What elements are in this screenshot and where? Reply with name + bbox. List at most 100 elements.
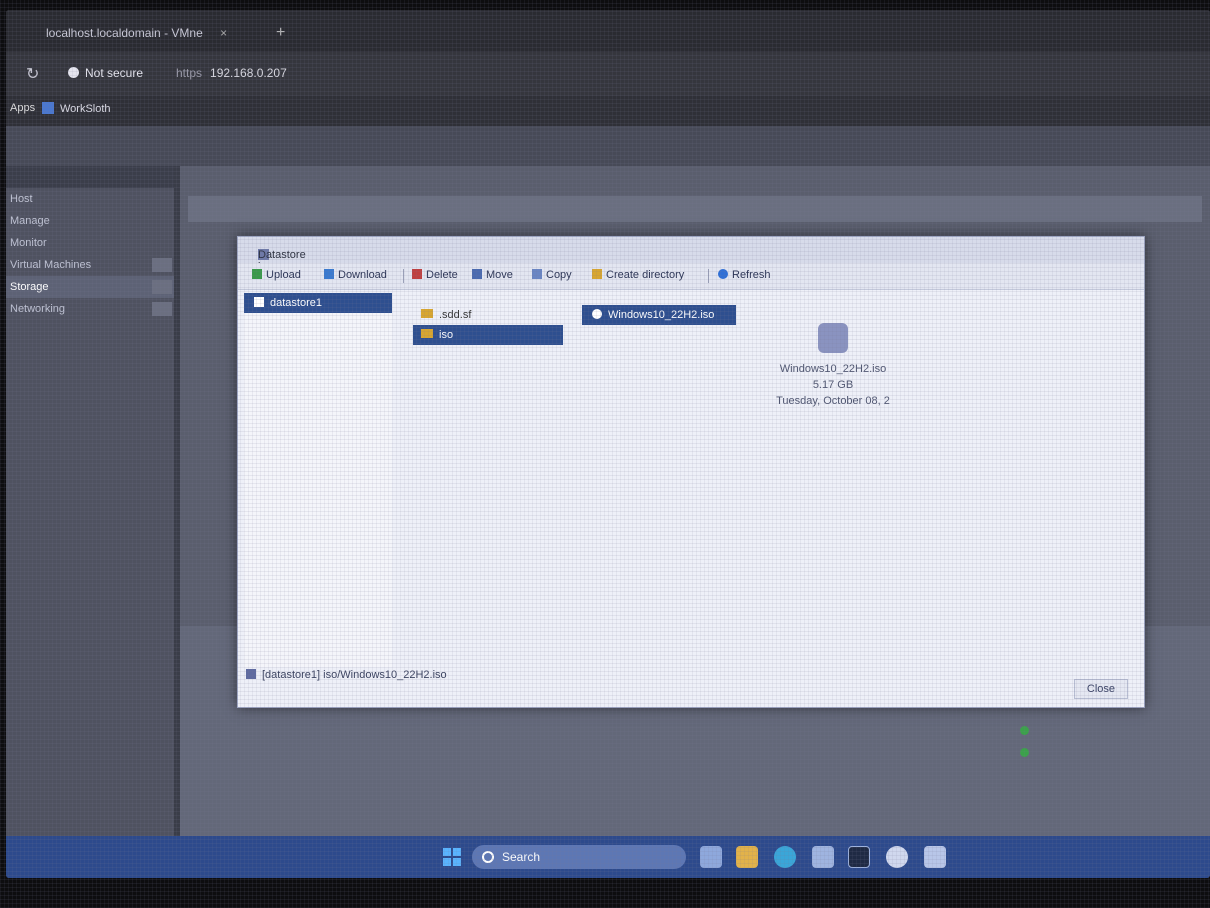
search-icon (482, 851, 494, 863)
count-badge (152, 302, 172, 316)
upload-label: Upload (266, 269, 301, 281)
folder-add-icon (592, 269, 602, 279)
terminal-icon[interactable] (848, 846, 870, 868)
datastore-icon (254, 297, 264, 307)
sidebar-item-host[interactable]: Host (6, 188, 174, 210)
move-button[interactable]: Move (472, 269, 513, 281)
disc-image-icon (818, 323, 848, 353)
datastore-browser-dialog: Datastore browser Upload Download Delete… (237, 236, 1145, 708)
list-item-directory[interactable]: .sdd.sf (413, 305, 563, 325)
folder-icon (421, 329, 433, 338)
bookmark-label: WorkSloth (60, 103, 111, 115)
settings-icon[interactable] (886, 846, 908, 868)
upload-icon (252, 269, 262, 279)
toolbar-divider (403, 269, 404, 283)
datastore-list: datastore1 (244, 293, 392, 667)
list-item-directory[interactable]: iso (413, 325, 563, 345)
tab-adapters[interactable] (226, 196, 261, 220)
sidebar-item-label: Manage (10, 215, 50, 227)
warning-icon (68, 67, 79, 78)
sidebar-item-label: Storage (10, 281, 49, 293)
disc-image-icon (592, 309, 602, 319)
url-host: 192.168.0.207 (210, 66, 287, 80)
new-tab-button[interactable]: + (276, 24, 285, 42)
sidebar-item-label: Virtual Machines (10, 259, 92, 271)
sidebar-item-storage[interactable]: Storage (6, 276, 174, 298)
storage-tabs (188, 196, 1202, 222)
file-details: Windows10_22H2.iso 5.17 GB Tuesday, Octo… (753, 323, 913, 409)
navigator-header (6, 166, 174, 188)
delete-button[interactable]: Delete (412, 269, 458, 281)
sidebar-item-monitor[interactable]: Monitor (6, 232, 174, 254)
details-size: 5.17 GB (812, 379, 854, 391)
details-name: Windows10_22H2.iso (779, 363, 887, 375)
refresh-icon (718, 269, 728, 279)
tab-devices[interactable] (265, 196, 300, 220)
success-icon (1020, 726, 1029, 735)
task-view-icon[interactable] (700, 846, 722, 868)
directory-name: .sdd.sf (439, 309, 472, 321)
copy-label: Copy (546, 269, 572, 281)
bookmark-apps[interactable]: Apps (10, 102, 35, 114)
windows-taskbar: Search (6, 836, 1210, 878)
success-icon (1020, 748, 1029, 757)
sidebar-item-label: Monitor (10, 237, 47, 249)
refresh-label: Refresh (732, 269, 771, 281)
reload-icon[interactable]: ↻ (26, 64, 39, 84)
app-header (6, 126, 1210, 166)
file-list: Windows10_22H2.iso (582, 305, 736, 325)
sidebar-item-label: Host (10, 193, 33, 205)
move-label: Move (486, 269, 513, 281)
url-scheme: https (176, 66, 203, 80)
navigator-sidebar: Host Manage Monitor Virtual Machines Sto… (6, 166, 174, 838)
download-button[interactable]: Download (324, 269, 387, 281)
directory-name: iso (439, 329, 454, 341)
bookmark-worksloth[interactable]: WorkSloth (42, 102, 111, 115)
remote-desktop-icon[interactable] (924, 846, 946, 868)
browser-tab-bar: localhost.localdomain - VMne × + (6, 10, 1210, 52)
delete-label: Delete (426, 269, 458, 281)
selected-path: [datastore1] iso/Windows10_22H2.iso (246, 669, 447, 681)
dialog-toolbar: Upload Download Delete Move Copy Create … (238, 263, 1144, 290)
browser-tab[interactable]: localhost.localdomain - VMne × (46, 20, 276, 46)
table-row[interactable] (190, 748, 1200, 766)
upload-button[interactable]: Upload (252, 269, 301, 281)
move-icon (472, 269, 482, 279)
url-field[interactable]: https 192.168.0.207 (176, 66, 287, 80)
start-button[interactable] (443, 848, 461, 866)
taskbar-search[interactable]: Search (472, 845, 686, 869)
directory-list: .sdd.sf iso (413, 305, 563, 345)
datastore-name: datastore1 (270, 297, 322, 309)
datastore-icon (246, 669, 256, 679)
copy-button[interactable]: Copy (532, 269, 572, 281)
create-directory-label: Create directory (606, 269, 685, 281)
close-tab-icon[interactable]: × (220, 26, 227, 40)
download-icon (324, 269, 334, 279)
bookmark-icon (42, 102, 54, 114)
count-badge (152, 258, 172, 272)
delete-icon (412, 269, 422, 279)
sidebar-item-manage[interactable]: Manage (6, 210, 174, 232)
address-bar: ↻ Not secure https 192.168.0.207 (6, 52, 1210, 96)
list-item-datastore1[interactable]: datastore1 (244, 293, 392, 313)
sidebar-item-networking[interactable]: Networking (6, 298, 174, 320)
edge-browser-icon[interactable] (774, 846, 796, 868)
download-label: Download (338, 269, 387, 281)
tab-datastores[interactable] (188, 196, 223, 220)
toolbar-divider (708, 269, 709, 283)
table-row[interactable] (190, 726, 1200, 744)
store-icon[interactable] (812, 846, 834, 868)
list-item-file[interactable]: Windows10_22H2.iso (582, 305, 736, 325)
create-directory-button[interactable]: Create directory (592, 269, 684, 281)
file-explorer-icon[interactable] (736, 846, 758, 868)
security-label: Not secure (85, 66, 144, 80)
security-indicator[interactable]: Not secure (68, 66, 143, 80)
count-badge (152, 280, 172, 294)
sidebar-item-virtual-machines[interactable]: Virtual Machines (6, 254, 174, 276)
selected-path-text: [datastore1] iso/Windows10_22H2.iso (262, 669, 447, 681)
refresh-button[interactable]: Refresh (718, 269, 771, 281)
copy-icon (532, 269, 542, 279)
close-button[interactable]: Close (1073, 679, 1128, 699)
dialog-title-bar: Datastore browser (238, 237, 1144, 273)
file-name: Windows10_22H2.iso (608, 309, 715, 321)
